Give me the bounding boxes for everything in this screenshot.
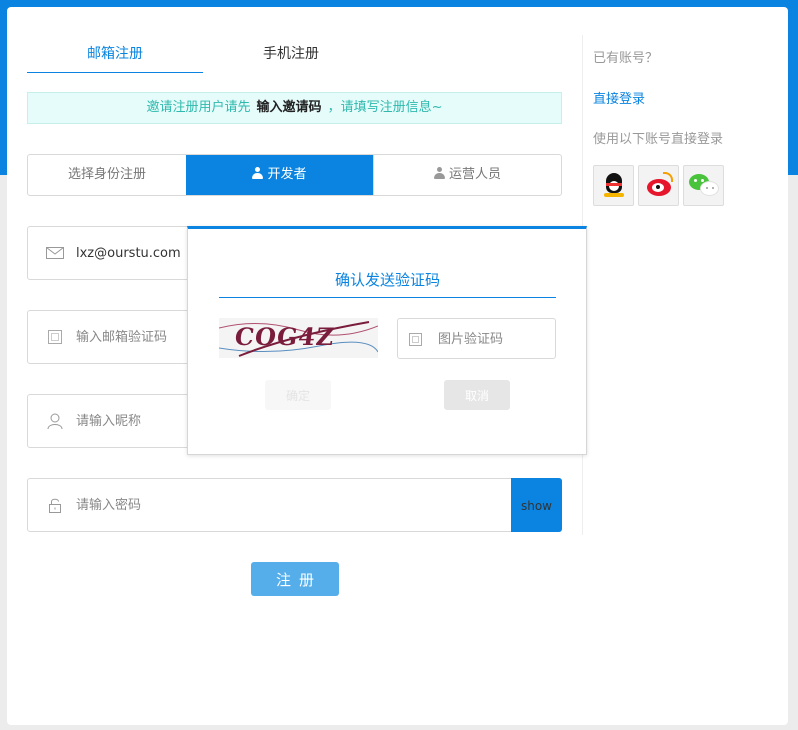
show-password-button[interactable]: show [511,478,562,532]
direct-login-link[interactable]: 直接登录 [593,88,645,107]
have-account-text: 已有账号？ [593,51,659,66]
dialog-title: 确认发送验证码 [219,269,556,298]
weibo-login-button[interactable] [638,165,679,206]
identity-label: 选择身份注册 [67,167,146,182]
login-sidebar: 已有账号？ 直接登录 使用以下账号直接登录 [593,47,773,206]
notice-prefix: 邀请注册用户请先 [146,100,251,115]
code-icon [48,330,62,344]
tab-phone-register[interactable]: 手机注册 [203,37,379,73]
code-icon [409,333,422,346]
password-field: show [27,478,562,532]
cancel-button[interactable]: 取消 [444,380,510,410]
identity-developer-label: 开发者 [267,167,307,182]
identity-operator[interactable]: 运营人员 [373,155,561,195]
notice-suffix: ，请填写注册信息~ [327,100,443,115]
user-icon [252,167,264,179]
user-outline-icon [47,413,63,429]
invite-code-link[interactable]: 输入邀请码 [251,100,328,115]
captcha-code-input[interactable] [438,325,548,353]
confirm-button[interactable]: 确定 [265,380,331,410]
identity-selector: 选择身份注册 开发者 运营人员 [27,154,562,196]
social-login-buttons [593,165,724,206]
send-code-dialog: 确认发送验证码 COG4Z 确定 取消 [187,226,587,455]
user-icon [433,167,445,179]
invite-notice: 邀请注册用户请先 输入邀请码 ，请填写注册信息~ [27,92,562,124]
envelope-icon [46,247,64,259]
qq-login-button[interactable] [593,165,634,206]
register-tabs: 邮箱注册 手机注册 [27,37,377,73]
captcha-image[interactable]: COG4Z [219,318,378,358]
identity-developer[interactable]: 开发者 [186,155,373,195]
tab-email-register[interactable]: 邮箱注册 [27,37,203,73]
register-button[interactable]: 注册 [251,562,339,596]
password-input[interactable] [76,489,496,521]
wechat-login-button[interactable] [683,165,724,206]
third-party-login-text: 使用以下账号直接登录 [593,132,724,147]
lock-icon [49,498,61,513]
captcha-code-field [397,318,556,359]
captcha-text: COG4Z [232,322,337,351]
identity-operator-label: 运营人员 [448,167,501,182]
